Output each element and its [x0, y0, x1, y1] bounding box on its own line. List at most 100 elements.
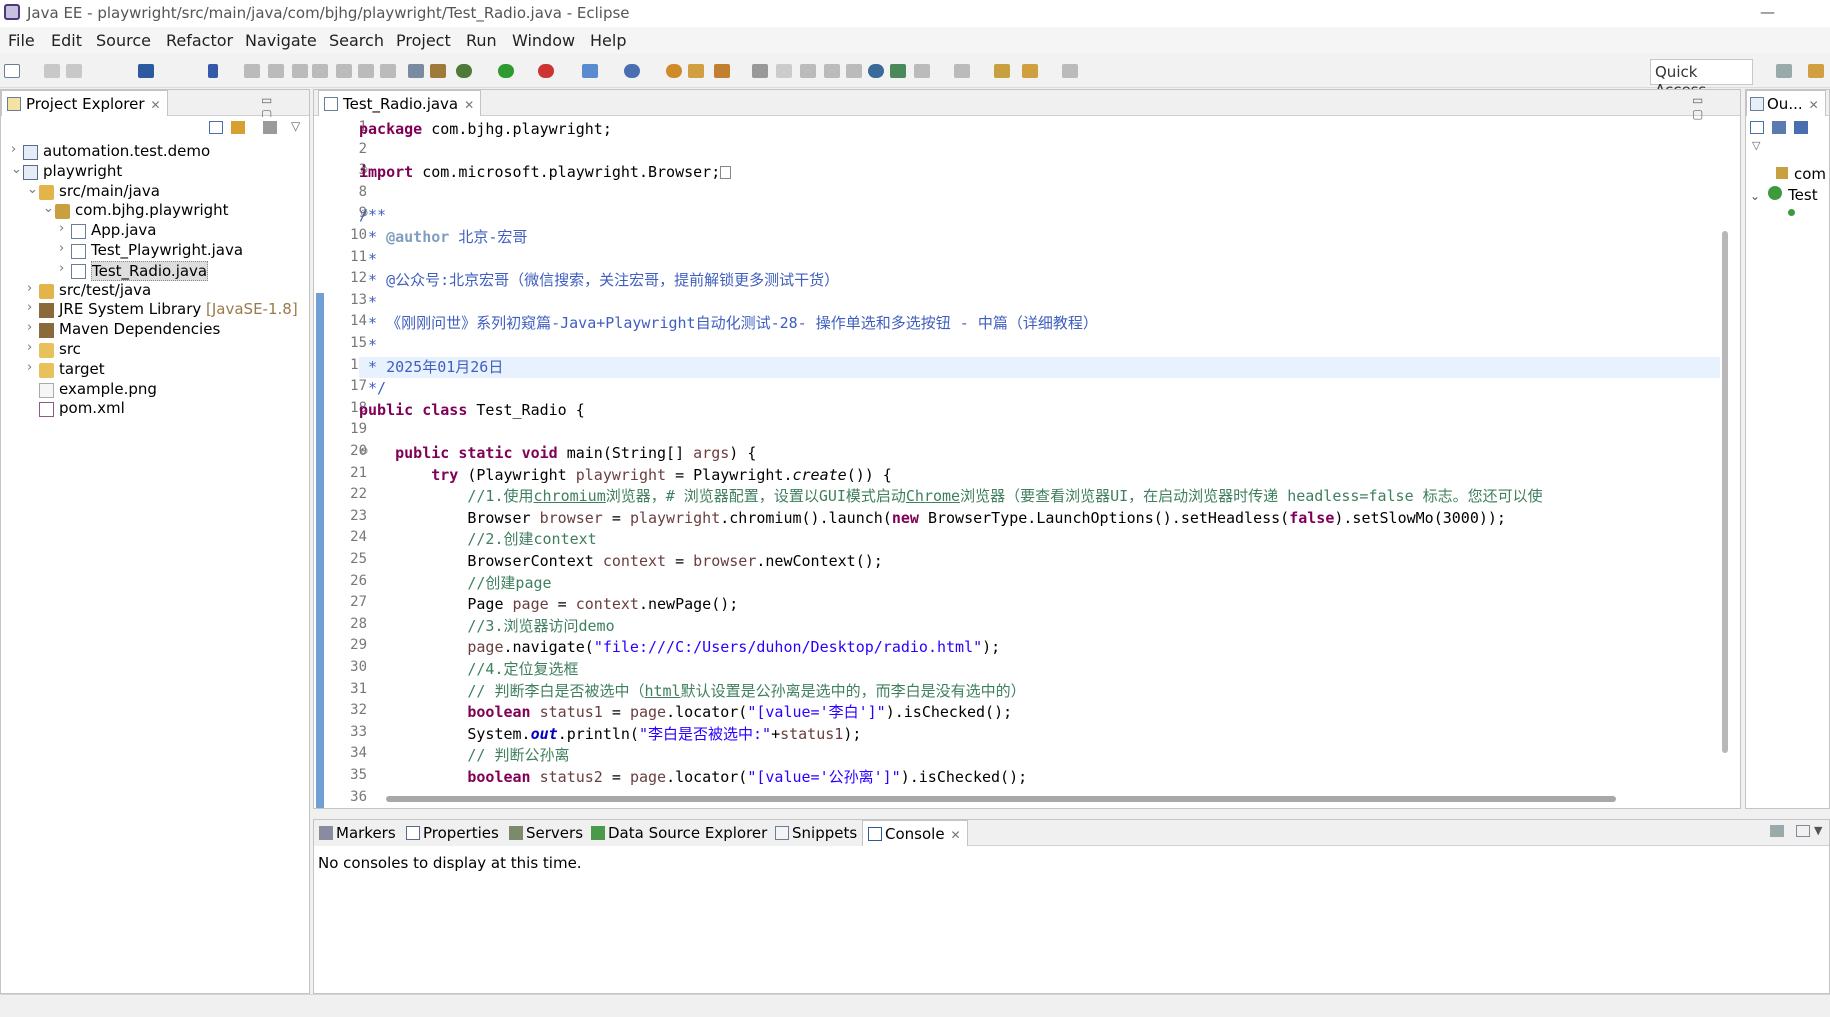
toggle-breadcrumb-icon[interactable]: [208, 64, 218, 78]
step-into-icon[interactable]: [336, 64, 352, 78]
chevron-right-icon[interactable]: ›: [27, 320, 32, 335]
code-line[interactable]: * @公众号:北京宏哥（微信搜索，关注宏哥，提前解锁更多测试干货）: [359, 270, 839, 291]
terminal-icon[interactable]: [138, 64, 154, 78]
code-line[interactable]: public static void main(String[] args) {: [359, 443, 756, 464]
code-line[interactable]: * 《刚刚问世》系列初窥篇-Java+Playwright自动化测试-28- 操…: [359, 313, 1098, 334]
collapse-all-icon[interactable]: [209, 121, 223, 134]
view-menu-icon[interactable]: ▽: [291, 119, 300, 133]
chevron-right-icon[interactable]: ›: [27, 300, 32, 315]
search-icon[interactable]: [714, 64, 730, 78]
outline-item-class[interactable]: ⌄ Test: [1750, 186, 1818, 204]
quick-access-input[interactable]: Quick Access: [1650, 59, 1753, 99]
resume-icon[interactable]: [244, 64, 260, 78]
menu-project[interactable]: Project: [396, 31, 451, 50]
menu-run[interactable]: Run: [466, 31, 497, 50]
save-all-icon[interactable]: [66, 64, 82, 78]
code-line[interactable]: package com.bjhg.playwright;: [359, 119, 612, 140]
minimize-icon[interactable]: —: [1760, 3, 1775, 21]
sort-icon[interactable]: [1772, 121, 1786, 134]
tab-properties[interactable]: Properties: [401, 820, 505, 846]
outline-item-package[interactable]: com: [1776, 165, 1826, 183]
tab-snippets[interactable]: Snippets: [770, 820, 864, 846]
menu-help[interactable]: Help: [590, 31, 626, 50]
annotation-next-icon[interactable]: [752, 64, 768, 78]
code-line[interactable]: Page page = context.newPage();: [359, 594, 738, 615]
open-task-icon[interactable]: [688, 64, 704, 78]
code-line[interactable]: *: [359, 249, 377, 270]
close-icon[interactable]: ✕: [464, 98, 474, 112]
code-line[interactable]: page.navigate("file:///C:/Users/duhon/De…: [359, 637, 1000, 658]
java-ee-perspective-icon[interactable]: [1808, 64, 1824, 78]
code-line[interactable]: * 2025年01月26日: [359, 356, 1720, 378]
new-icon[interactable]: [4, 64, 20, 78]
vertical-scrollbar[interactable]: [1722, 231, 1728, 753]
skip-breakpoints-icon[interactable]: [430, 64, 446, 78]
pin-editor-icon[interactable]: [776, 64, 792, 78]
back-icon[interactable]: [1022, 64, 1038, 78]
code-line[interactable]: System.out.println("李白是否被选中:"+status1);: [359, 724, 861, 745]
previous-annotation-icon[interactable]: [954, 64, 970, 78]
method-icon[interactable]: [1788, 209, 1795, 216]
chevron-down-icon[interactable]: ⌄: [11, 162, 22, 177]
new-java-class-icon[interactable]: [624, 64, 640, 78]
tab-markers[interactable]: Markers: [314, 820, 402, 846]
close-icon[interactable]: ✕: [151, 98, 161, 112]
word-wrap-icon[interactable]: [846, 64, 862, 78]
menu-search[interactable]: Search: [329, 31, 384, 50]
code-line[interactable]: import com.microsoft.playwright.Browser;: [359, 162, 732, 183]
run-icon[interactable]: [498, 64, 514, 78]
code-line[interactable]: /**: [359, 205, 386, 226]
chevron-right-icon[interactable]: ›: [59, 261, 64, 276]
collapse-all-icon[interactable]: [1750, 121, 1764, 134]
code-line[interactable]: //1.使用chromium浏览器，# 浏览器配置，设置以GUI模式启动Chro…: [359, 486, 1542, 507]
code-line[interactable]: * @author 北京-宏哥: [359, 227, 527, 248]
code-line[interactable]: // 判断公孙离: [359, 745, 569, 766]
run-external-tools-icon[interactable]: [538, 64, 554, 78]
globe-icon[interactable]: [868, 64, 884, 78]
horizontal-scrollbar[interactable]: [386, 796, 1616, 802]
code-line[interactable]: boolean status1 = page.locator("[value='…: [359, 702, 1012, 723]
chevron-right-icon[interactable]: ›: [27, 360, 32, 375]
code-line[interactable]: boolean status2 = page.locator("[value='…: [359, 767, 1027, 788]
code-line[interactable]: public class Test_Radio {: [359, 400, 585, 421]
code-line[interactable]: BrowserContext context = browser.newCont…: [359, 551, 882, 572]
code-line[interactable]: //4.定位复选框: [359, 659, 578, 680]
filter-icon[interactable]: [263, 121, 277, 134]
chevron-right-icon[interactable]: ›: [11, 142, 16, 157]
menu-source[interactable]: Source: [96, 31, 151, 50]
display-console-icon[interactable]: [1796, 825, 1810, 837]
save-icon[interactable]: [44, 64, 60, 78]
last-edit-location-icon[interactable]: [994, 64, 1010, 78]
menu-edit[interactable]: Edit: [51, 31, 82, 50]
hide-fields-icon[interactable]: [1794, 121, 1808, 134]
step-return-icon[interactable]: [380, 64, 396, 78]
menu-refactor[interactable]: Refactor: [166, 31, 233, 50]
code-line[interactable]: */: [359, 378, 386, 399]
chevron-down-icon[interactable]: ⌄: [1750, 189, 1760, 203]
dropdown-icon[interactable]: ▼: [1814, 824, 1822, 837]
menu-navigate[interactable]: Navigate: [245, 31, 317, 50]
chevron-right-icon[interactable]: ›: [27, 281, 32, 296]
tab-test-radio-java[interactable]: Test_Radio.java ✕: [318, 90, 482, 116]
terminate-icon[interactable]: [292, 64, 308, 78]
new-server-icon[interactable]: [582, 64, 598, 78]
forward-icon[interactable]: [1062, 64, 1078, 78]
chevron-down-icon[interactable]: ⌄: [43, 201, 54, 216]
view-menu-icon[interactable]: ▽: [1752, 139, 1760, 152]
suspend-icon[interactable]: [268, 64, 284, 78]
open-console-icon[interactable]: [408, 64, 424, 78]
code-line[interactable]: *: [359, 335, 377, 356]
code-line[interactable]: //创建page: [359, 573, 551, 594]
open-type-icon[interactable]: [666, 64, 682, 78]
chevron-down-icon[interactable]: ⌄: [27, 182, 38, 197]
code-line[interactable]: // 判断李白是否被选中（html默认设置是公孙离是选中的，而李白是没有选中的）: [359, 681, 1025, 702]
debug-icon[interactable]: [456, 64, 472, 78]
tab-outline[interactable]: Ou... ✕: [1746, 90, 1826, 116]
show-whitespace-icon[interactable]: [800, 64, 816, 78]
menu-file[interactable]: File: [8, 31, 35, 50]
code-line[interactable]: try (Playwright playwright = Playwright.…: [359, 465, 892, 486]
next-annotation-icon[interactable]: [914, 64, 930, 78]
open-perspective-icon[interactable]: [1776, 64, 1792, 78]
web-browser-icon[interactable]: [890, 64, 906, 78]
tab-data-source-explorer[interactable]: Data Source Explorer: [586, 820, 774, 846]
